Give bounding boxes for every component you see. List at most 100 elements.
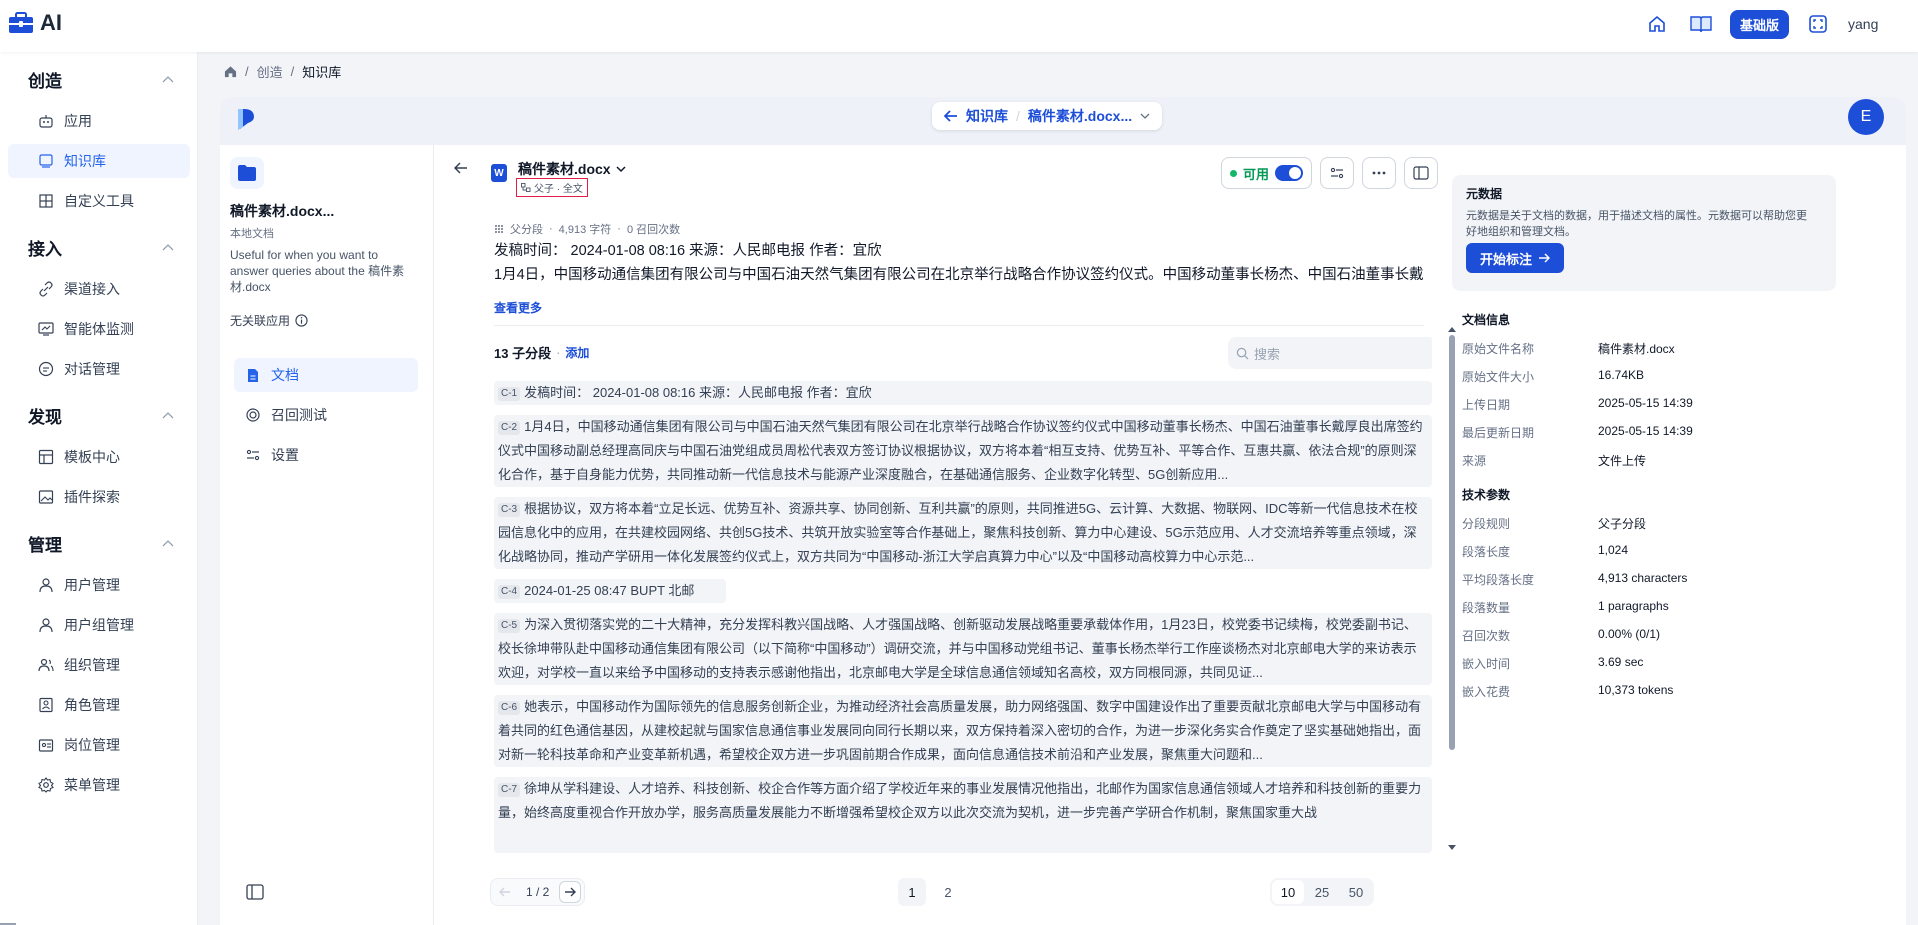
breadcrumb-parent[interactable]: 创造 xyxy=(257,62,283,81)
info-icon[interactable] xyxy=(295,314,308,327)
info-value: 1,024 xyxy=(1598,543,1629,557)
chunk-tag: C-2 xyxy=(498,421,521,435)
fullscreen-icon[interactable] xyxy=(1807,14,1829,34)
info-key: 最后更新日期 xyxy=(1462,426,1535,440)
chunk-item[interactable]: C-5 为深入贯彻落实党的二十大精神，充分发挥科教兴国战略、人才强国战略、创新驱动… xyxy=(494,613,1432,685)
document-title[interactable]: 稿件素材.docx xyxy=(518,159,626,179)
tab-documents[interactable]: 文档 xyxy=(234,358,418,392)
page-size-50[interactable]: 50 xyxy=(1340,880,1372,904)
chunks-scroll[interactable]: 父分段 · 4,913 字符 · 0 召回次数 发稿时间： 2024-01-08… xyxy=(486,205,1432,853)
info-key: 段落数量 xyxy=(1462,601,1511,615)
sidebar-item-users[interactable]: 用户管理 xyxy=(8,568,190,602)
info-value: 1 paragraphs xyxy=(1598,599,1669,613)
kb-name: 稿件素材.docx... xyxy=(230,203,335,219)
next-page-button[interactable] xyxy=(559,881,582,903)
chevron-down-icon[interactable] xyxy=(1140,113,1150,120)
section-discover[interactable]: 发现 xyxy=(28,403,62,428)
sidebar-item-channel[interactable]: 渠道接入 xyxy=(8,272,190,306)
panel-toggle-icon[interactable] xyxy=(246,884,264,900)
chevron-down-icon[interactable] xyxy=(616,165,626,173)
toggle-switch[interactable] xyxy=(1275,165,1303,181)
chunk-item[interactable]: C-7 徐坤从学科建设、人才培养、科技创新、校企合作等方面介绍了学校近年来的事业发… xyxy=(494,777,1432,853)
see-more-link[interactable]: 查看更多 xyxy=(494,299,542,316)
arrow-left-icon[interactable] xyxy=(944,110,958,122)
tab-settings[interactable]: 设置 xyxy=(234,438,418,472)
sidebar-item-label: 应用 xyxy=(64,113,92,129)
template-icon xyxy=(38,449,54,465)
add-chunk-button[interactable]: 添加 xyxy=(565,344,589,361)
file-link[interactable]: 稿件素材.docx... xyxy=(1028,106,1132,126)
chunk-item[interactable]: C-1 发稿时间： 2024-01-08 08:16 来源：人民邮电报 作者：宜欣 xyxy=(494,381,1432,405)
breadcrumb: / 创造 / 知识库 xyxy=(224,62,341,81)
sidebar-item-monitor[interactable]: 智能体监测 xyxy=(8,312,190,346)
section-create[interactable]: 创造 xyxy=(28,67,62,92)
parent-type: 父分段 xyxy=(510,224,543,236)
kb-linked-apps-label: 无关联应用 xyxy=(230,314,291,328)
folder-icon xyxy=(230,157,264,189)
sidebar-item-orgs[interactable]: 组织管理 xyxy=(8,648,190,682)
kb-link[interactable]: 知识库 xyxy=(966,106,1008,126)
sidebar-item-label: 模板中心 xyxy=(64,449,120,465)
chunk-text: 发稿时间： 2024-01-08 08:16 来源：人民邮电报 作者：宜欣 xyxy=(524,385,872,400)
edition-badge[interactable]: 基础版 xyxy=(1729,9,1789,39)
chunk-item[interactable]: C-3 根据协议，双方将本着“立足长远、优势互补、资源共享、协同创新、互利共赢”的… xyxy=(494,497,1432,569)
tab-recall-test[interactable]: 召回测试 xyxy=(234,398,418,432)
availability-toggle[interactable]: 可用 xyxy=(1220,157,1312,189)
document-icon xyxy=(246,368,261,383)
chevron-up-icon[interactable] xyxy=(162,243,174,251)
arrow-left-icon xyxy=(499,887,510,897)
grid-dots-icon xyxy=(495,225,503,233)
sidebar-item-knowledge[interactable]: 知识库 xyxy=(8,144,190,178)
sidebar-toggle-button[interactable] xyxy=(1404,157,1438,189)
search-input[interactable]: 搜索 xyxy=(1228,337,1432,369)
sidebar-item-apps[interactable]: 应用 xyxy=(8,104,190,138)
page-2[interactable]: 2 xyxy=(934,878,962,906)
sidebar-item-label: 岗位管理 xyxy=(64,737,120,753)
kb-linked-apps[interactable]: 无关联应用 xyxy=(230,312,308,329)
avatar[interactable]: E xyxy=(1848,99,1884,135)
sidebar-item-roles[interactable]: 角色管理 xyxy=(8,688,190,722)
prev-page-button[interactable] xyxy=(494,881,516,903)
sidebar-item-templates[interactable]: 模板中心 xyxy=(8,440,190,474)
more-button[interactable] xyxy=(1362,157,1396,189)
info-value: 4,913 characters xyxy=(1598,571,1688,585)
page-size-10[interactable]: 10 xyxy=(1272,880,1304,904)
chunk-item[interactable]: C-2 1月4日，中国移动通信集团有限公司与中国石油天然气集团有限公司在北京举行战… xyxy=(494,415,1432,487)
section-access[interactable]: 接入 xyxy=(28,235,62,260)
home-icon[interactable] xyxy=(224,65,237,78)
chevron-up-icon[interactable] xyxy=(162,75,174,83)
section-manage[interactable]: 管理 xyxy=(28,531,62,556)
logo[interactable]: AI xyxy=(8,10,62,36)
metadata-card: 元数据 元数据是关于文档的数据，用于描述文档的属性。元数据可以帮助您更好地组织和… xyxy=(1452,175,1836,291)
sidebar-item-custom-tools[interactable]: 自定义工具 xyxy=(8,184,190,218)
sidebar-item-menus[interactable]: 菜单管理 xyxy=(8,768,190,802)
username[interactable]: yang xyxy=(1848,16,1918,32)
info-row: 原始文件名称 稿件素材.docx xyxy=(1462,340,1675,357)
back-arrow-icon[interactable] xyxy=(454,162,468,174)
info-key: 分段规则 xyxy=(1462,517,1511,531)
start-annotation-button[interactable]: 开始标注 xyxy=(1466,243,1565,273)
sidebar-item-conversations[interactable]: 对话管理 xyxy=(8,352,190,386)
robot-icon xyxy=(38,113,54,129)
chevron-up-icon[interactable] xyxy=(162,411,174,419)
chunk-tag: C-7 xyxy=(498,783,521,797)
sidebar-item-label: 渠道接入 xyxy=(64,281,120,297)
page-size-25[interactable]: 25 xyxy=(1306,880,1338,904)
settings-icon xyxy=(246,448,261,463)
settings-button[interactable] xyxy=(1320,157,1354,189)
hierarchy-icon xyxy=(521,183,531,192)
page-1[interactable]: 1 xyxy=(898,878,926,906)
sidebar-item-positions[interactable]: 岗位管理 xyxy=(8,728,190,762)
book-icon[interactable] xyxy=(1689,14,1713,34)
sidebar-item-label: 对话管理 xyxy=(64,361,120,377)
info-row: 上传日期 2025-05-15 14:39 xyxy=(1462,396,1693,413)
home-icon[interactable] xyxy=(1646,14,1668,34)
search-placeholder: 搜索 xyxy=(1254,346,1281,362)
chunk-item[interactable]: C-4 2024-01-25 08:47 BUPT 北邮 xyxy=(494,579,726,603)
chevron-up-icon[interactable] xyxy=(162,539,174,547)
chunk-item[interactable]: C-6 她表示，中国移动作为国际领先的信息服务创新企业，为推动经济社会高质量发展，… xyxy=(494,695,1432,767)
knowledge-icon xyxy=(38,153,54,169)
sidebar-item-user-groups[interactable]: 用户组管理 xyxy=(8,608,190,642)
kb-info-panel: 稿件素材.docx... 本地文档 Useful for when you wa… xyxy=(220,145,434,925)
sidebar-item-plugins[interactable]: 插件探索 xyxy=(8,480,190,514)
